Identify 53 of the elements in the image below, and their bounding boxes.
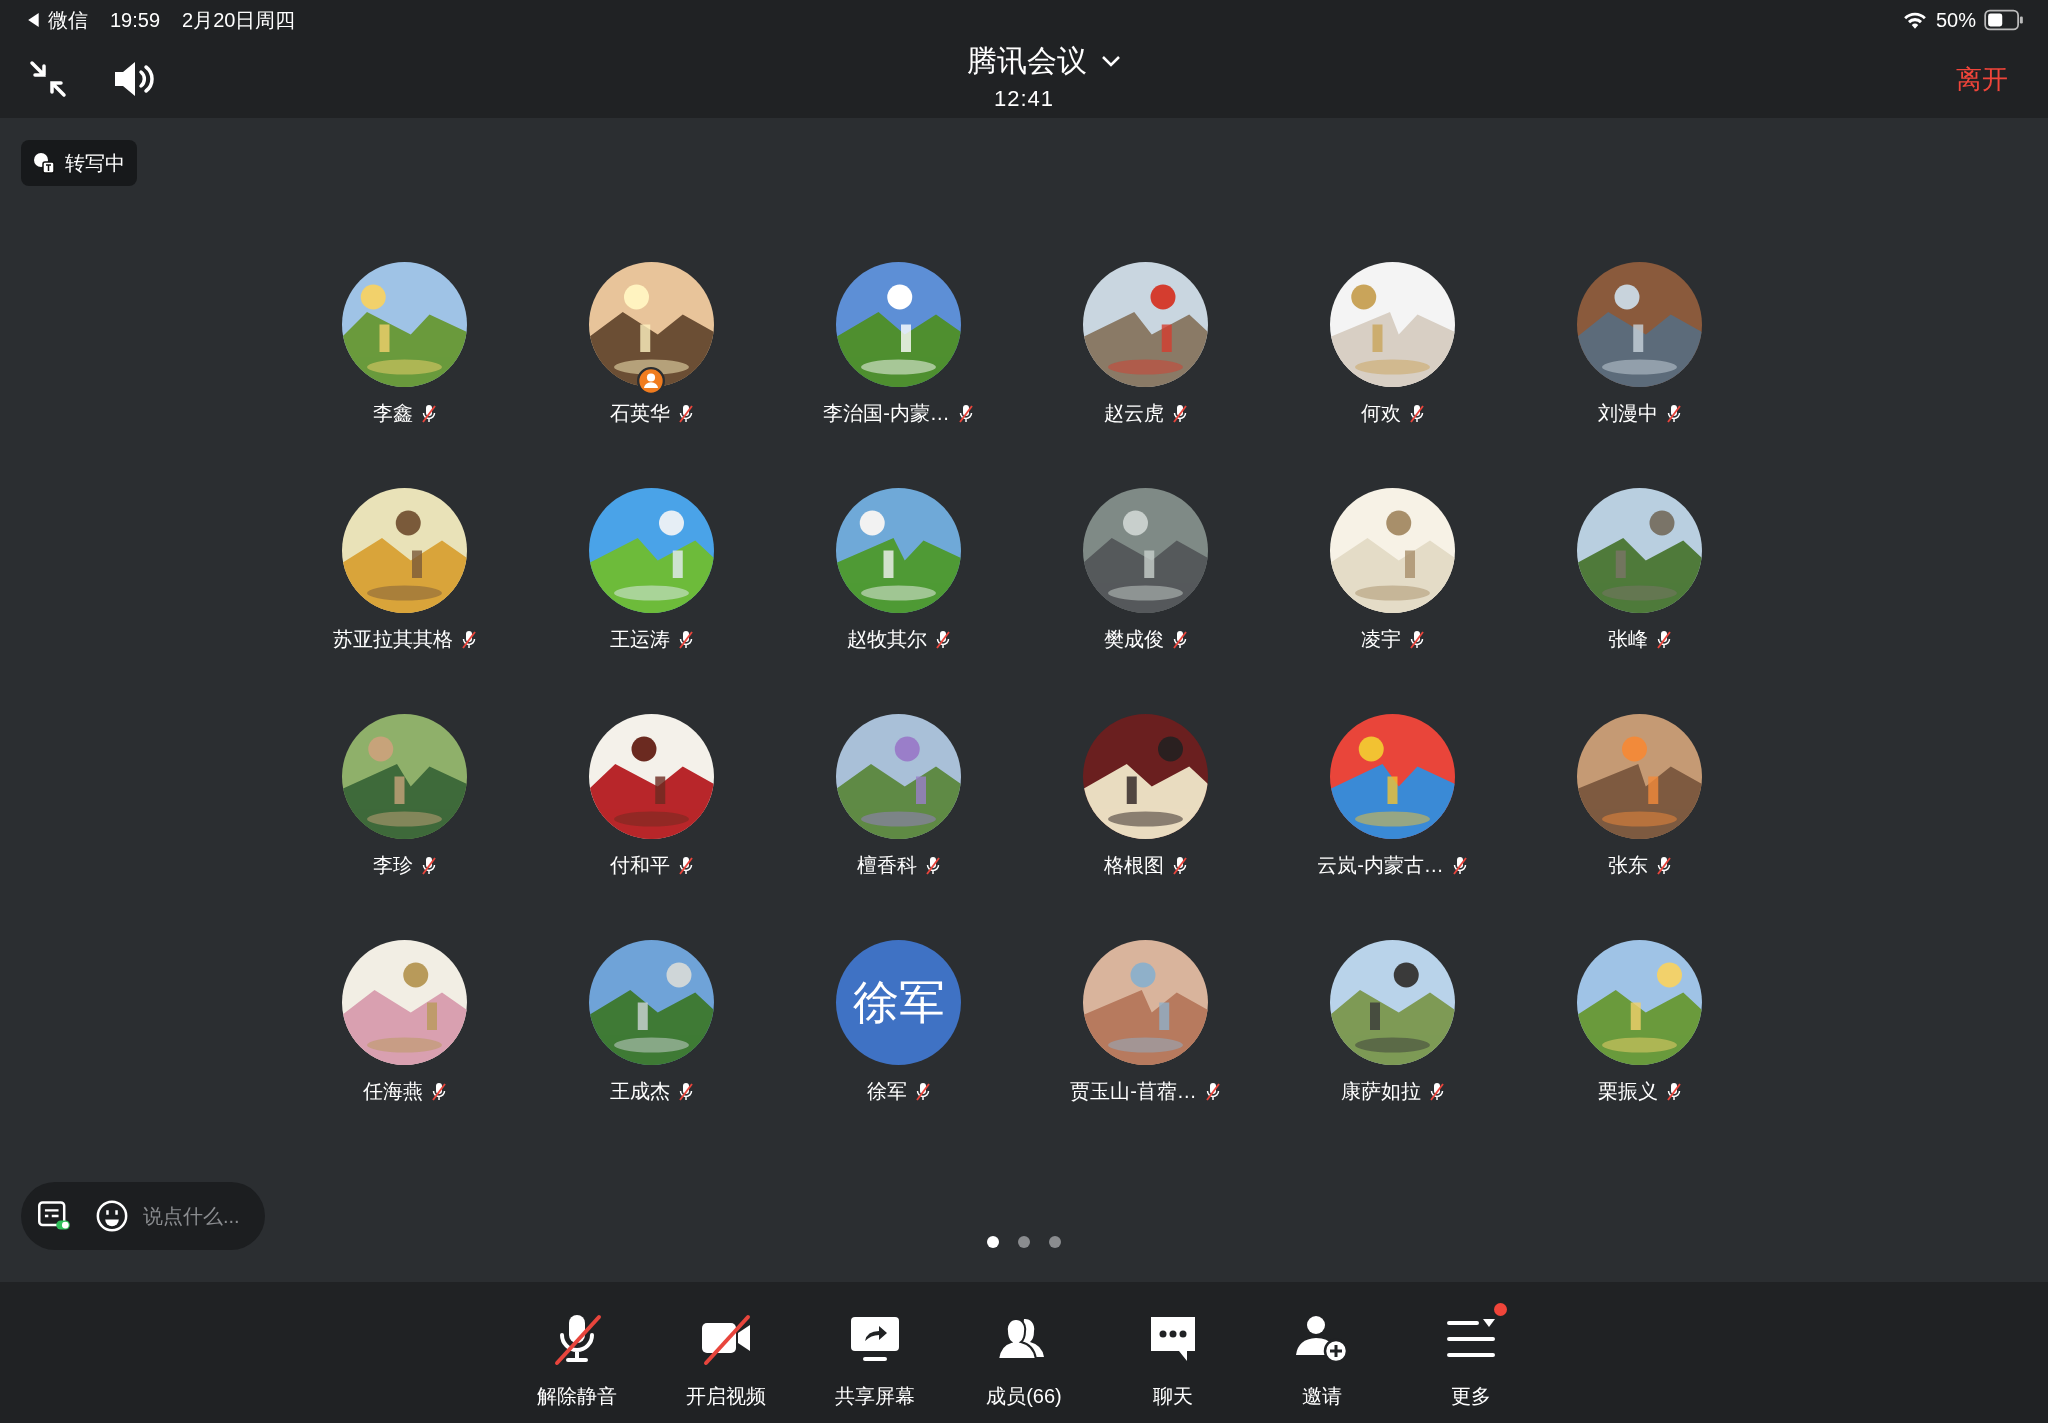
back-app-label[interactable]: 微信 — [48, 6, 88, 34]
participant-name: 李鑫 — [372, 401, 413, 426]
participant-name: 赵云虎 — [1103, 401, 1164, 426]
page-dot[interactable] — [1049, 1236, 1061, 1248]
participant-name: 贾玉山-苜蓿… — [1070, 1079, 1197, 1104]
chat-toolbar-button[interactable]: 聊天 — [1108, 1295, 1238, 1410]
participant-name: 赵牧其尔 — [846, 627, 927, 652]
meeting-title[interactable]: 腾讯会议 — [967, 40, 1087, 82]
transcribing-label: 转写中 — [65, 150, 125, 176]
status-time: 19:59 — [110, 8, 161, 32]
participant-name: 康萨如拉 — [1340, 1079, 1421, 1104]
participant-name: 何欢 — [1360, 401, 1401, 426]
participant-name: 凌宇 — [1360, 627, 1401, 652]
participant-name: 徐军 — [866, 1079, 907, 1104]
more-toolbar-button[interactable]: 更多 — [1406, 1295, 1536, 1410]
status-date: 2月20日周四 — [182, 7, 296, 33]
caption-icon[interactable] — [37, 1199, 71, 1233]
minimize-icon[interactable] — [28, 59, 68, 99]
leave-button[interactable]: 离开 — [1944, 57, 2020, 101]
participant-name: 王运涛 — [609, 627, 670, 652]
meeting-duration: 12:41 — [993, 85, 1055, 112]
members-toolbar-button[interactable]: 成员(66) — [959, 1295, 1089, 1410]
participant-name: 付和平 — [609, 853, 670, 878]
mic-toolbar-button[interactable]: 解除静音 — [512, 1295, 642, 1410]
back-icon[interactable] — [28, 13, 40, 27]
invite-toolbar-button[interactable]: 邀请 — [1257, 1295, 1387, 1410]
chevron-down-icon[interactable] — [1101, 55, 1121, 67]
page-dot[interactable] — [1018, 1236, 1030, 1248]
participant-name: 刘漫中 — [1597, 401, 1658, 426]
participant-name: 李治国-内蒙… — [823, 401, 950, 426]
participant-name: 檀香科 — [856, 853, 917, 878]
participant-name: 李珍 — [372, 853, 413, 878]
battery-percent: 50% — [1935, 8, 1976, 32]
participant-name: 任海燕 — [362, 1079, 423, 1104]
participant-name: 樊成俊 — [1103, 627, 1164, 652]
chat-input-field[interactable]: 说点什么... — [141, 1203, 255, 1229]
initials-avatar: 徐军 — [836, 940, 961, 1065]
participant-name: 张东 — [1607, 853, 1648, 878]
participant-name: 苏亚拉其其格 — [332, 627, 453, 652]
battery-icon — [1984, 9, 2024, 31]
wifi-icon — [1901, 10, 1928, 30]
video-toolbar-button[interactable]: 开启视频 — [661, 1295, 791, 1410]
participant-name: 王成杰 — [609, 1079, 670, 1104]
participant-name: 格根图 — [1103, 853, 1164, 878]
page-dot[interactable] — [987, 1236, 999, 1248]
participant-name: 张峰 — [1607, 627, 1648, 652]
translate-icon — [33, 152, 55, 174]
transcribing-chip[interactable]: 转写中 — [21, 140, 137, 186]
participant-name: 栗振义 — [1597, 1079, 1658, 1104]
share-toolbar-button[interactable]: 共享屏幕 — [810, 1295, 940, 1410]
participant-name: 石英华 — [609, 401, 670, 426]
participant-name: 云岚-内蒙古… — [1317, 853, 1444, 878]
emoji-icon[interactable] — [95, 1199, 129, 1233]
